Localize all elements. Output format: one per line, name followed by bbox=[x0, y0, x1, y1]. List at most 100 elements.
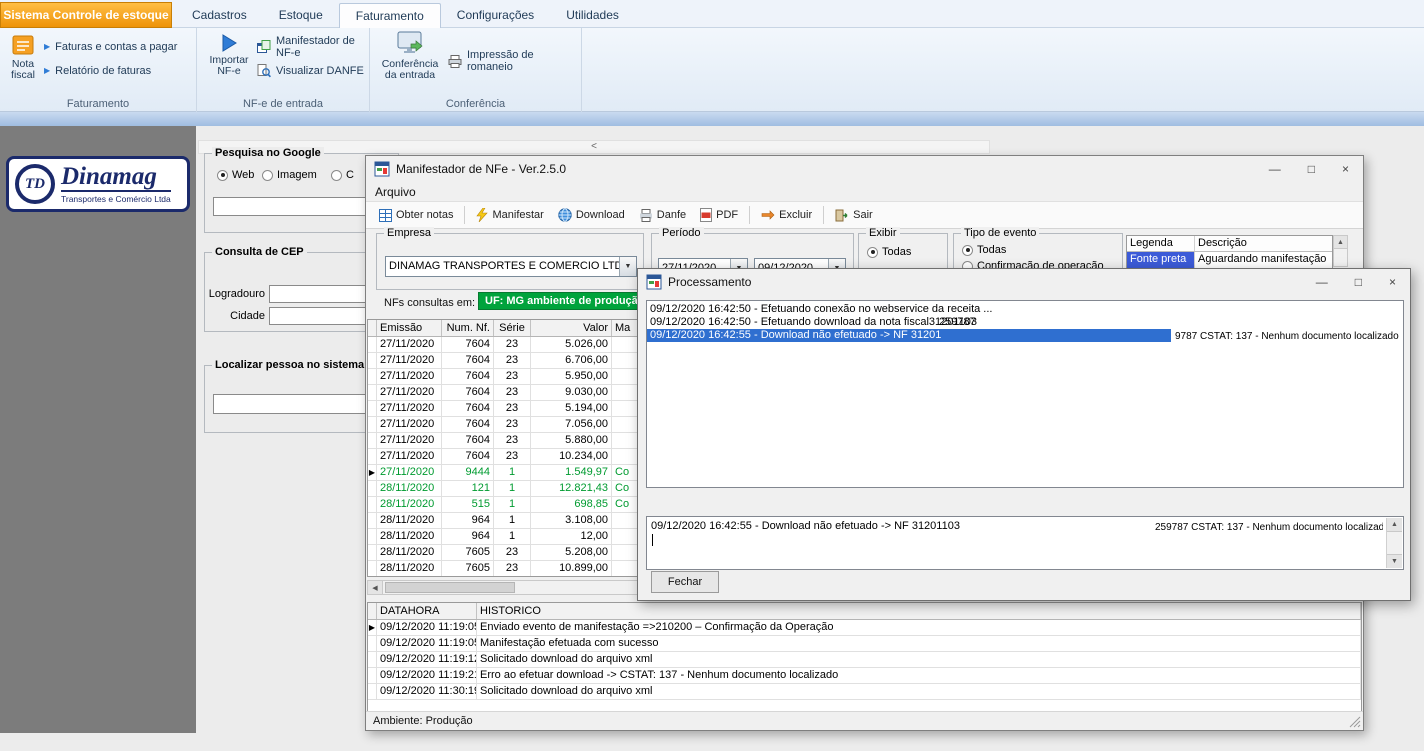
download-button[interactable]: Download bbox=[551, 205, 632, 225]
tab-cadastros[interactable]: Cadastros bbox=[176, 3, 263, 28]
pdf-button[interactable]: PDF bbox=[693, 205, 745, 225]
header-num-nf[interactable]: Num. Nf. bbox=[442, 320, 494, 336]
header-datahora[interactable]: DATAHORA bbox=[377, 603, 477, 619]
cell-serie: 23 bbox=[494, 449, 531, 464]
tab-faturamento[interactable]: Faturamento bbox=[339, 3, 441, 28]
collapse-chevron-icon: < bbox=[591, 141, 597, 152]
row-indicator bbox=[368, 652, 377, 667]
manifestador-nfe-button[interactable]: Manifestador de NF-e bbox=[257, 38, 369, 56]
process-log-list[interactable]: 09/12/2020 16:42:50 - Efetuando conexão … bbox=[646, 300, 1404, 488]
evento-todas-label: Todas bbox=[977, 244, 1006, 256]
cell-num: 7604 bbox=[442, 449, 494, 464]
legend-header-legenda[interactable]: Legenda bbox=[1127, 236, 1195, 251]
log-text: 09/12/2020 16:42:50 - Efetuando conexão … bbox=[650, 303, 992, 315]
danfe-button[interactable]: Danfe bbox=[632, 206, 693, 225]
history-row-selected[interactable]: ▶09/12/2020 11:19:05Enviado evento de ma… bbox=[368, 620, 1361, 636]
row-indicator bbox=[368, 433, 377, 448]
dropdown-arrow-icon[interactable]: ▼ bbox=[619, 257, 636, 276]
maximize-icon[interactable]: □ bbox=[1308, 162, 1315, 176]
empresa-combobox[interactable]: DINAMAG TRANSPORTES E COMERCIO LTDA ▼ bbox=[385, 256, 637, 277]
uf-ambiente-badge: UF: MG ambiente de produção bbox=[478, 292, 652, 310]
process-detail-textbox[interactable]: 09/12/2020 16:42:55 - Download não efetu… bbox=[646, 516, 1404, 570]
resize-grip[interactable] bbox=[1349, 716, 1361, 728]
cell-emissao: 28/11/2020 bbox=[377, 513, 442, 528]
detail-line: 09/12/2020 16:42:55 - Download não efetu… bbox=[651, 520, 1383, 533]
fechar-button[interactable]: Fechar bbox=[651, 571, 719, 593]
faturas-contas-button[interactable]: ▶ Faturas e contas a pagar bbox=[44, 38, 177, 56]
radio-web[interactable]: Web bbox=[217, 169, 254, 181]
play-icon: ▶ bbox=[44, 43, 50, 51]
history-row[interactable]: 09/12/2020 11:19:05Manifestação efetuada… bbox=[368, 636, 1361, 652]
toolbar-separator bbox=[823, 206, 824, 224]
cell-serie: 23 bbox=[494, 337, 531, 352]
cell-emissao: 28/11/2020 bbox=[377, 561, 442, 576]
history-row[interactable]: 09/12/2020 11:19:21Erro ao efetuar downl… bbox=[368, 668, 1361, 684]
visualizar-danfe-button[interactable]: Visualizar DANFE bbox=[257, 62, 364, 80]
row-indicator bbox=[368, 561, 377, 576]
log-line[interactable]: 09/12/2020 16:42:50 - Efetuando conexão … bbox=[647, 303, 1403, 316]
empresa-value: DINAMAG TRANSPORTES E COMERCIO LTDA bbox=[386, 257, 619, 276]
impressao-romaneio-button[interactable]: Impressão de romaneio bbox=[448, 52, 581, 70]
sair-button[interactable]: Sair bbox=[828, 206, 880, 225]
radio-c[interactable]: C bbox=[331, 169, 354, 181]
app-menu-tab[interactable]: Sistema Controle de estoque bbox=[0, 2, 172, 28]
radio-exibir-todas[interactable]: Todas bbox=[867, 246, 911, 258]
excluir-button[interactable]: Excluir bbox=[754, 206, 819, 224]
legend-row[interactable]: Fonte preta Aguardando manifestação bbox=[1127, 252, 1332, 268]
monitor-arrow-icon bbox=[395, 31, 425, 57]
scrollbar-thumb[interactable] bbox=[385, 582, 515, 593]
close-icon[interactable]: × bbox=[1342, 162, 1349, 176]
app-window-icon bbox=[374, 161, 390, 177]
radio-imagem[interactable]: Imagem bbox=[262, 169, 317, 181]
processamento-dialog: Processamento — □ × 09/12/2020 16:42:50 … bbox=[637, 268, 1411, 601]
scroll-up-icon[interactable]: ▲ bbox=[1387, 518, 1402, 532]
cell-serie: 23 bbox=[494, 401, 531, 416]
maximize-icon[interactable]: □ bbox=[1355, 275, 1362, 289]
scroll-up-icon[interactable]: ▲ bbox=[1334, 236, 1347, 249]
obter-notas-button[interactable]: Obter notas bbox=[372, 206, 460, 225]
localizar-pessoa-input[interactable] bbox=[213, 394, 373, 414]
conferencia-entrada-button[interactable]: Conferência da entrada bbox=[378, 31, 442, 81]
header-serie[interactable]: Série bbox=[494, 320, 531, 336]
row-indicator bbox=[368, 545, 377, 560]
empresa-group: Empresa DINAMAG TRANSPORTES E COMERCIO L… bbox=[376, 233, 644, 290]
minimize-icon[interactable]: — bbox=[1269, 162, 1281, 176]
importar-nfe-button[interactable]: Importar NF-e bbox=[205, 33, 253, 77]
cell-num: 121 bbox=[442, 481, 494, 496]
log-line-selected[interactable]: 09/12/2020 16:42:55 - Download não efetu… bbox=[647, 329, 1403, 342]
legend-scrollbar[interactable]: ▲ bbox=[1333, 235, 1348, 267]
legend-table: Legenda Descrição Fonte preta Aguardando… bbox=[1126, 235, 1333, 269]
window-controls: — □ × bbox=[1269, 156, 1349, 182]
cell-historico: Enviado evento de manifestação =>210200 … bbox=[477, 620, 1361, 635]
menu-arquivo[interactable]: Arquivo bbox=[366, 182, 425, 202]
minimize-icon[interactable]: — bbox=[1316, 275, 1328, 289]
close-icon[interactable]: × bbox=[1389, 275, 1396, 289]
legend-header-descricao[interactable]: Descrição bbox=[1195, 236, 1332, 251]
relatorio-faturas-button[interactable]: ▶ Relatório de faturas bbox=[44, 62, 151, 80]
detail-scrollbar[interactable]: ▲ ▼ bbox=[1386, 518, 1402, 568]
tab-configuracoes[interactable]: Configurações bbox=[441, 3, 550, 28]
radio-evento-todas[interactable]: Todas bbox=[962, 244, 1006, 256]
history-row[interactable]: 09/12/2020 11:19:12Solicitado download d… bbox=[368, 652, 1361, 668]
google-search-input[interactable] bbox=[213, 197, 381, 216]
history-row[interactable]: 09/12/2020 11:30:19Solicitado download d… bbox=[368, 684, 1361, 700]
log-text-tail: 259787 bbox=[939, 316, 976, 329]
window-titlebar[interactable]: Manifestador de NFe - Ver.2.5.0 — □ × bbox=[366, 156, 1363, 182]
header-historico[interactable]: HISTORICO bbox=[477, 603, 1361, 619]
cidade-label: Cidade bbox=[205, 310, 265, 322]
row-indicator bbox=[368, 353, 377, 368]
cell-emissao: 27/11/2020 bbox=[377, 401, 442, 416]
cell-valor: 1.549,97 bbox=[531, 465, 612, 480]
manifestar-button[interactable]: Manifestar bbox=[469, 205, 550, 225]
header-valor[interactable]: Valor bbox=[531, 320, 612, 336]
detail-text-tail: 259787 CSTAT: 137 - Nenhum documento loc… bbox=[1155, 521, 1383, 533]
scroll-left-icon[interactable]: ◀ bbox=[368, 581, 383, 594]
log-line[interactable]: 09/12/2020 16:42:50 - Efetuando download… bbox=[647, 316, 1403, 329]
scroll-down-icon[interactable]: ▼ bbox=[1387, 554, 1402, 568]
faturas-contas-label: Faturas e contas a pagar bbox=[55, 41, 177, 53]
header-emissao[interactable]: Emissão bbox=[377, 320, 442, 336]
tab-estoque[interactable]: Estoque bbox=[263, 3, 339, 28]
tab-utilidades[interactable]: Utilidades bbox=[550, 3, 635, 28]
dialog-titlebar[interactable]: Processamento — □ × bbox=[638, 269, 1410, 295]
nota-fiscal-button[interactable]: Nota fiscal bbox=[3, 33, 43, 81]
